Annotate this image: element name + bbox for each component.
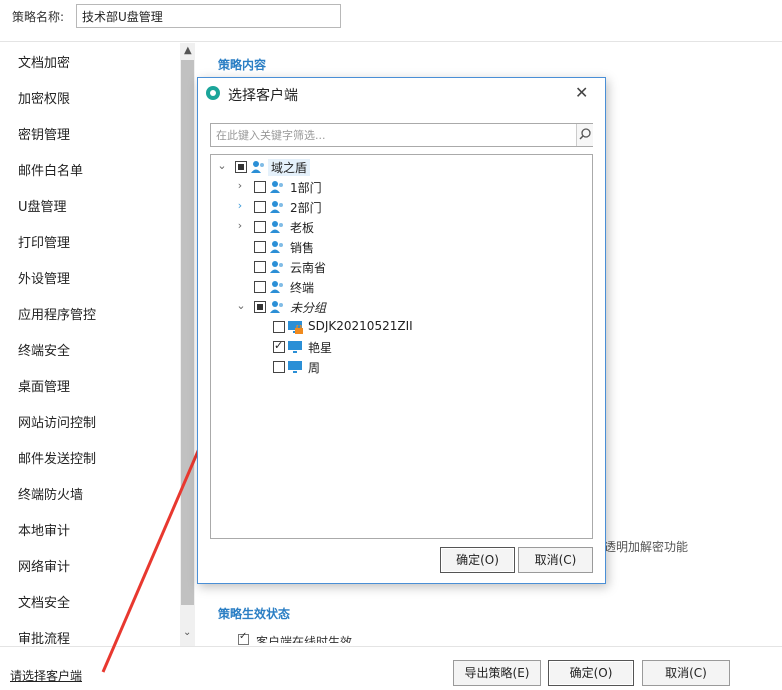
sidebar-item-terminal-firewall[interactable]: 终端防火墙 <box>18 484 83 503</box>
tree-node-client[interactable]: 周 <box>211 358 591 376</box>
tree-node-label: 域之盾 <box>268 159 311 176</box>
policy-sidebar: 文档加密 加密权限 密钥管理 邮件白名单 U盘管理 打印管理 外设管理 应用程序… <box>0 43 195 647</box>
sidebar-scrollbar[interactable]: ▲ ⌄ <box>180 43 195 646</box>
tree-node-client[interactable]: SDJK20210521ZII <box>211 318 591 336</box>
footer-ok-button[interactable]: 确定(O) <box>548 660 634 686</box>
tree-node-label: SDJK20210521ZII <box>308 319 413 333</box>
tree-checkbox[interactable] <box>273 361 285 373</box>
tree-checkbox[interactable] <box>235 161 247 173</box>
chevron-right-icon[interactable]: › <box>235 219 245 232</box>
tree-node-label: 1部门 <box>290 181 322 195</box>
footer-bar: 请选择客户端 导出策略(E) 确定(O) 取消(C) <box>0 646 782 690</box>
sidebar-item-peripheral-management[interactable]: 外设管理 <box>18 268 70 287</box>
tree-node-label: 终端 <box>290 281 315 295</box>
footer-cancel-button[interactable]: 取消(C) <box>642 660 730 686</box>
sidebar-item-document-security[interactable]: 文档安全 <box>18 592 70 611</box>
header-bar: 策略名称: <box>0 0 782 42</box>
transparent-encryption-text: 透明加解密功能 <box>604 540 689 554</box>
tree-checkbox[interactable] <box>254 281 266 293</box>
sidebar-item-terminal-security[interactable]: 终端安全 <box>18 340 70 359</box>
sidebar-item-web-access-control[interactable]: 网站访问控制 <box>18 412 96 431</box>
tree-node-ungrouped[interactable]: ⌄ 未分组 <box>211 298 591 316</box>
tree-node-label: 销售 <box>290 241 315 255</box>
close-icon[interactable]: ✕ <box>575 83 588 102</box>
sidebar-item-encryption-rights[interactable]: 加密权限 <box>18 88 70 107</box>
tree-checkbox[interactable] <box>254 221 266 233</box>
policy-name-label: 策略名称: <box>12 10 65 24</box>
sidebar-item-local-audit[interactable]: 本地审计 <box>18 520 70 539</box>
sidebar-item-mail-whitelist[interactable]: 邮件白名单 <box>18 160 83 179</box>
chevron-down-icon[interactable]: ⌄ <box>236 299 246 312</box>
sidebar-item-app-control[interactable]: 应用程序管控 <box>18 304 96 323</box>
chevron-down-icon[interactable]: ⌄ <box>183 627 191 638</box>
select-client-link[interactable]: 请选择客户端 <box>10 667 82 684</box>
app-logo-icon <box>206 86 220 100</box>
user-group-icon <box>270 201 283 213</box>
policy-status-title: 策略生效状态 <box>218 607 291 621</box>
user-group-icon <box>270 261 283 273</box>
search-icon <box>579 128 591 140</box>
tree-node-group[interactable]: › 老板 <box>211 218 591 236</box>
tree-checkbox[interactable] <box>254 261 266 273</box>
sidebar-item-desktop-management[interactable]: 桌面管理 <box>18 376 70 395</box>
scrollbar-thumb[interactable] <box>181 60 194 605</box>
chevron-down-icon[interactable]: ⌄ <box>217 159 227 172</box>
policy-name-input[interactable] <box>76 4 341 28</box>
online-effective-checkbox[interactable] <box>238 631 249 645</box>
policy-content-title: 策略内容 <box>218 58 267 72</box>
sidebar-item-approval-flow[interactable]: 审批流程 <box>18 628 70 647</box>
user-group-icon <box>270 241 283 253</box>
tree-node-label: 2部门 <box>290 201 322 215</box>
tree-node-label: 老板 <box>290 221 315 235</box>
tree-node-label: 未分组 <box>290 301 327 315</box>
search-button[interactable] <box>576 124 593 146</box>
sidebar-item-network-audit[interactable]: 网络审计 <box>18 556 70 575</box>
lock-icon <box>295 325 303 334</box>
tree-node-group[interactable]: 云南省 <box>211 258 591 276</box>
tree-checkbox[interactable] <box>254 301 266 313</box>
tree-node-group[interactable]: › 2部门 <box>211 198 591 216</box>
online-effective-label: 客户端在线时生效 <box>256 635 353 643</box>
sidebar-item-usb-management[interactable]: U盘管理 <box>18 196 67 215</box>
tree-node-label: 艳星 <box>308 341 333 355</box>
computer-icon <box>288 361 302 373</box>
client-search-input[interactable] <box>211 124 575 146</box>
tree-node-label: 周 <box>308 361 321 375</box>
tree-node-group[interactable]: 终端 <box>211 278 591 296</box>
tree-node-group[interactable]: 销售 <box>211 238 591 256</box>
tree-checkbox[interactable] <box>273 321 285 333</box>
dialog-cancel-button[interactable]: 取消(C) <box>518 547 593 573</box>
computer-icon <box>288 341 302 353</box>
sidebar-item-doc-encryption[interactable]: 文档加密 <box>18 52 70 71</box>
tree-node-client[interactable]: 艳星 <box>211 338 591 356</box>
chevron-up-icon[interactable]: ▲ <box>184 45 192 56</box>
tree-node-root[interactable]: ⌄ 域之盾 <box>211 158 591 176</box>
user-group-icon <box>270 181 283 193</box>
client-tree: ⌄ 域之盾 › 1部门 › 2部门 › 老板 销售 云南省 终端 ⌄ 未分组 S… <box>210 154 593 539</box>
tree-checkbox[interactable] <box>254 241 266 253</box>
sidebar-item-mail-send-control[interactable]: 邮件发送控制 <box>18 448 96 467</box>
user-group-icon <box>270 221 283 233</box>
chevron-right-icon[interactable]: › <box>235 179 245 192</box>
client-search-box <box>210 123 593 147</box>
select-client-dialog: 选择客户端 ✕ ⌄ 域之盾 › 1部门 › 2部门 <box>197 77 606 584</box>
chevron-right-icon[interactable]: › <box>235 199 245 212</box>
tree-checkbox[interactable] <box>254 181 266 193</box>
user-group-icon <box>270 301 283 313</box>
sidebar-item-key-management[interactable]: 密钥管理 <box>18 124 70 143</box>
user-group-icon <box>251 161 264 173</box>
tree-checkbox[interactable] <box>254 201 266 213</box>
tree-checkbox[interactable] <box>273 339 285 353</box>
tree-node-label: 云南省 <box>290 261 327 275</box>
dialog-title: 选择客户端 <box>228 88 298 104</box>
sidebar-item-print-management[interactable]: 打印管理 <box>18 232 70 251</box>
dialog-ok-button[interactable]: 确定(O) <box>440 547 515 573</box>
user-group-icon <box>270 281 283 293</box>
export-policy-button[interactable]: 导出策略(E) <box>453 660 541 686</box>
tree-node-group[interactable]: › 1部门 <box>211 178 591 196</box>
